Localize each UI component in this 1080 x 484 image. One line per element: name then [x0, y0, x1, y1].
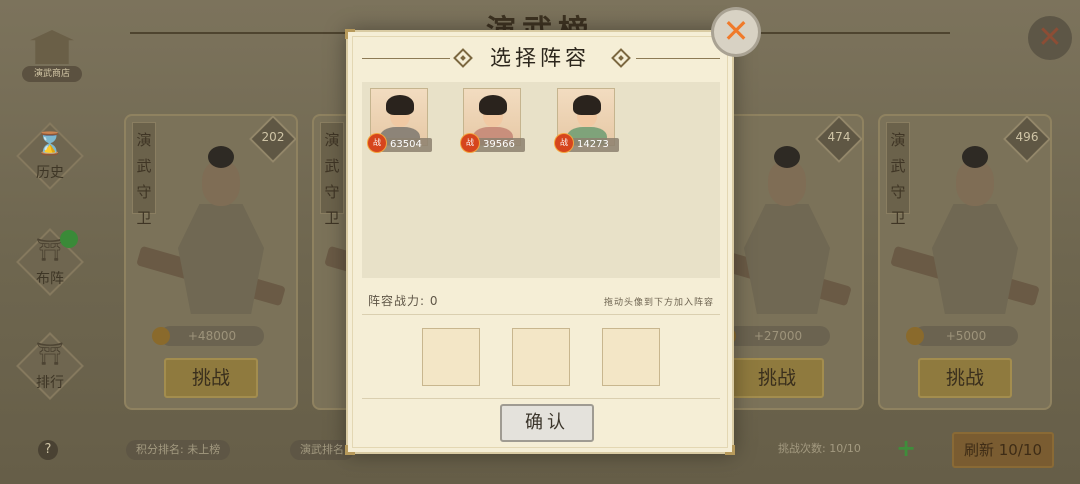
challenge-button[interactable]: 挑战 — [164, 358, 258, 398]
opponent-rank: 202 — [261, 130, 285, 144]
battle-icon: 战 — [368, 134, 386, 152]
hero-card[interactable]: 39566 战 — [461, 88, 525, 152]
history-button[interactable]: ⌛ 历史 — [16, 122, 84, 190]
opponent-name: 演武守卫 — [886, 122, 910, 227]
help-icon[interactable]: ? — [38, 440, 58, 460]
hero-card[interactable]: 14273 战 — [555, 88, 619, 152]
ranking-label: 排行 — [36, 375, 64, 391]
notification-dot — [60, 230, 78, 248]
confirm-button[interactable]: 确认 — [500, 404, 594, 442]
drag-hint: 拖动头像到下方加入阵容 — [603, 298, 714, 308]
challenge-button[interactable]: 挑战 — [730, 358, 824, 398]
opponent-card: 演武守卫 496 +5000 挑战 — [878, 114, 1052, 410]
battle-icon: 战 — [555, 134, 573, 152]
opponent-power: +5000 — [906, 326, 1018, 346]
opponent-rank: 474 — [827, 130, 851, 144]
lineup-slot[interactable] — [512, 328, 570, 386]
history-label: 历史 — [36, 165, 64, 181]
lineup-slot[interactable] — [602, 328, 660, 386]
challenge-count: 挑战次数: 10/10 — [778, 442, 861, 455]
background-close-button[interactable]: ✕ — [1028, 16, 1072, 60]
lineup-power: 阵容战力: 0 — [368, 294, 439, 308]
hero-roster: 63504 战 39566 战 14273 战 — [362, 82, 720, 278]
refresh-button[interactable]: 刷新 10/10 — [952, 432, 1054, 468]
opponent-power: +48000 — [152, 326, 264, 346]
add-challenges-button[interactable]: + — [896, 436, 916, 460]
close-icon[interactable]: ✕ — [714, 10, 758, 54]
hero-card[interactable]: 63504 战 — [368, 88, 432, 152]
shop-icon — [30, 30, 74, 64]
lineup-slot[interactable] — [422, 328, 480, 386]
arena-shop-label: 演武商店 — [22, 66, 82, 82]
opponent-rank: 496 — [1015, 130, 1039, 144]
history-icon: ⌛ — [36, 132, 64, 157]
divider — [362, 314, 720, 315]
ranking-button[interactable]: ⛩ 排行 — [16, 332, 84, 400]
select-lineup-dialog: 选择阵容 63504 战 39566 战 14273 战 阵容战力: 0 拖动头… — [345, 29, 735, 455]
dialog-title: 选择阵容 — [490, 46, 590, 70]
score-rank: 积分排名: 未上榜 — [126, 440, 231, 460]
opponent-card: 演武守卫 202 +48000 挑战 — [124, 114, 298, 410]
ranking-icon: ⛩ — [36, 342, 64, 367]
battle-icon: 战 — [461, 134, 479, 152]
opponent-name: 演武守卫 — [132, 122, 156, 227]
divider — [362, 398, 720, 399]
title-rule — [636, 58, 720, 59]
challenge-button[interactable]: 挑战 — [918, 358, 1012, 398]
formation-label: 布阵 — [36, 271, 64, 287]
opponent-power: +27000 — [718, 326, 830, 346]
opponent-name: 演武守卫 — [320, 122, 344, 227]
arena-shop-button[interactable]: 演武商店 — [22, 28, 82, 82]
